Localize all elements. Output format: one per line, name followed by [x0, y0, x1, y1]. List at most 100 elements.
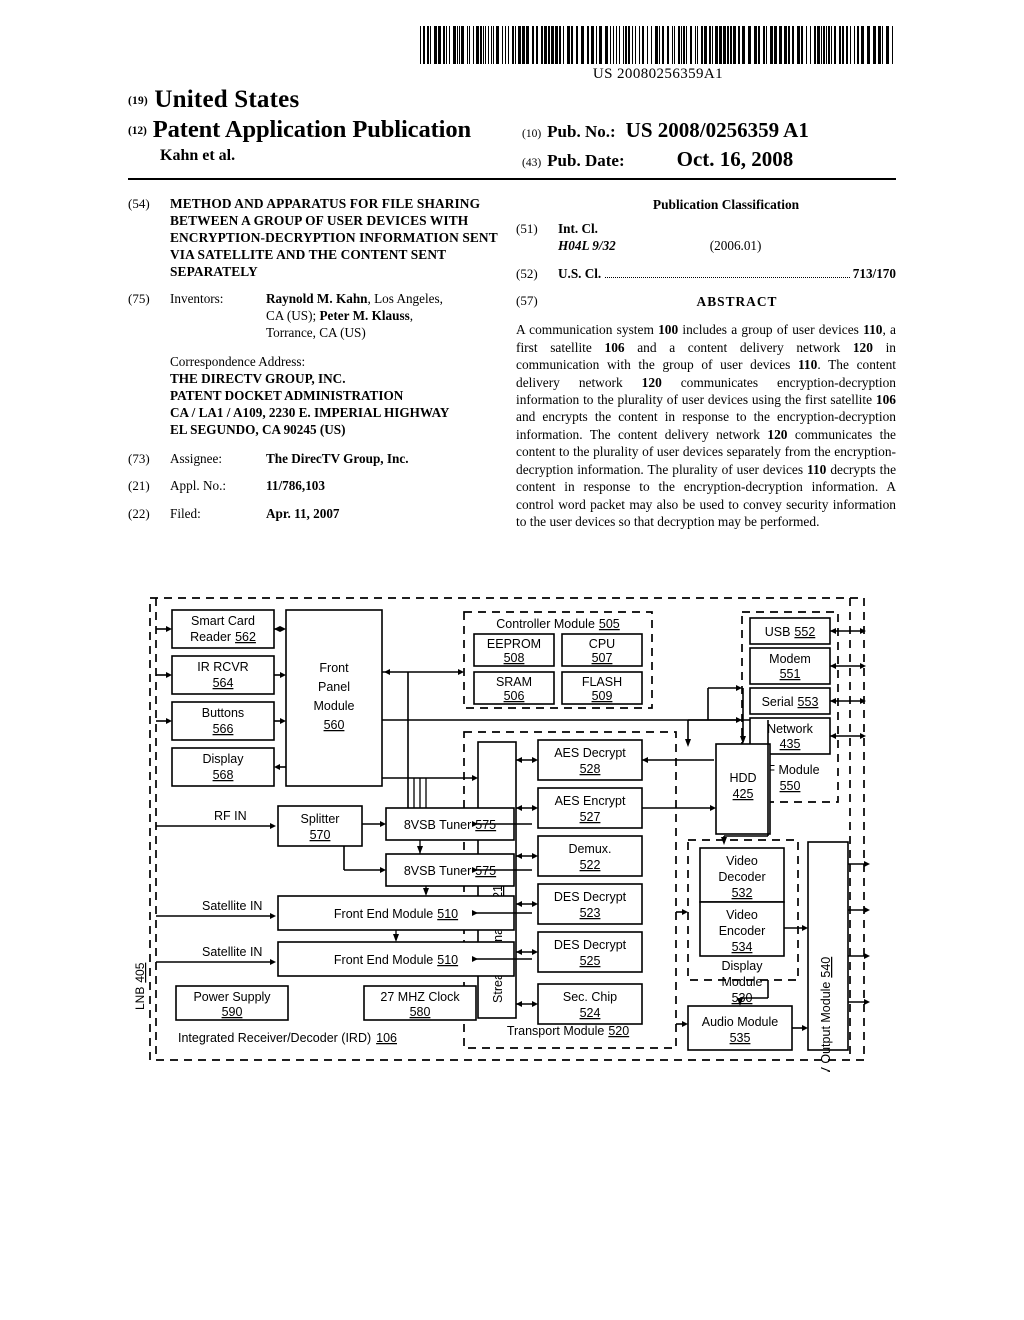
flash-ref: 509 [592, 689, 613, 703]
satellite-in-1-arrow [270, 913, 276, 919]
bibliographic-right-column: Publication Classification (51) Int. Cl.… [516, 196, 896, 530]
document-header: (19) United States (12) Patent Applicati… [128, 86, 896, 172]
des-decrypt-525-label: DES Decrypt [554, 938, 627, 952]
author-line: Kahn et al. [160, 147, 236, 164]
if-module-bus [685, 685, 742, 747]
pub-no-label: Pub. No.: [547, 122, 616, 141]
code-10: (10) [522, 128, 542, 140]
aes-encrypt-ref: 527 [580, 810, 601, 824]
smart-card-reader-line1: Smart Card [191, 614, 255, 628]
audio-module-label: Audio Module [702, 1015, 778, 1029]
correspondence-address-block: Correspondence Address: THE DIRECTV GROU… [170, 353, 500, 439]
display-label: Display [203, 752, 245, 766]
pub-no-value: US 2008/0256359 A1 [625, 118, 809, 142]
inventor-1-name: Raynold M. Kahn [266, 291, 368, 307]
demux-label: Demux. [568, 842, 611, 856]
hdd-ref: 425 [733, 787, 754, 801]
block-front-panel-module [285, 609, 383, 787]
abstract-ref-numeral: 120 [641, 374, 662, 390]
filed-body: Filed: Apr. 11, 2007 [170, 506, 500, 523]
tuner-a-label: 8VSB Tuner 575 [404, 818, 496, 832]
barcode-svg [420, 26, 893, 64]
inventors-body: Inventors: Raynold M. Kahn, Los Angeles, C… [170, 291, 500, 341]
des-decrypt-523-label: DES Decrypt [554, 890, 627, 904]
abstract-heading-field: (57) ABSTRACT [516, 293, 896, 310]
eeprom-label: EEPROM [487, 637, 541, 651]
abstract-ref-numeral: 120 [852, 339, 873, 355]
country-line: (19) United States [128, 86, 548, 114]
rf-in-arrow [270, 823, 276, 829]
audio-module-ref: 535 [730, 1031, 751, 1045]
us-cl-value: 713/170 [852, 265, 896, 281]
abstract-ref-numeral: 106 [604, 339, 625, 355]
hdd-label: HDD [729, 771, 756, 785]
correspondence-line-2: CA / LA1 / A109, 2230 E. IMPERIAL HIGHWA… [170, 405, 450, 421]
us-cl-label: U.S. Cl. [558, 265, 602, 281]
assignee-code: (73) [128, 450, 150, 466]
int-cl-field: (51) Int. Cl. H04L 9/32 (2006.01) [516, 221, 896, 255]
transport-module-label: Transport Module 520 [507, 1024, 629, 1038]
aes-decrypt-label: AES Decrypt [554, 746, 626, 760]
video-encoder-ref: 534 [732, 940, 753, 954]
front-panel-line3: Module [314, 699, 355, 713]
publication-classification-heading: Publication Classification [652, 197, 800, 212]
appl-no-label: Appl. No.: [170, 478, 227, 494]
header-divider [128, 178, 896, 180]
hdd-transport-links [642, 757, 716, 811]
pub-date-label: Pub. Date: [547, 151, 625, 170]
sec-chip-label: Sec. Chip [563, 990, 617, 1004]
des-decrypt-525-ref: 525 [580, 954, 601, 968]
block-diagram-figure: LNB405 Smart Card Reader 562 IR RCVR 564 … [128, 592, 872, 1072]
inventors-label: Inventors: [170, 291, 224, 307]
buttons-label: Buttons [202, 706, 244, 720]
abstract-text: A communication system 100 includes a gr… [516, 322, 897, 529]
bibliographic-left-column: (54) METHOD AND APPARATUS FOR FILE SHARI… [128, 196, 500, 534]
network-ref: 435 [780, 737, 801, 751]
satellite-in-2-arrow [270, 959, 276, 965]
if-module-external-arrows [830, 628, 866, 739]
ir-rcvr-ref: 564 [213, 676, 234, 690]
abstract-code: (57) [516, 293, 538, 309]
assignee-body: Assignee: The DirecTV Group, Inc. [170, 451, 500, 468]
ird-label: Integrated Receiver/Decoder (IRD) 106 [178, 1031, 397, 1045]
hdd-connections [740, 688, 746, 744]
power-supply-ref: 590 [222, 1005, 243, 1019]
cpu-label: CPU [589, 637, 615, 651]
front-panel-line1: Front [319, 661, 349, 675]
sram-label: SRAM [496, 675, 532, 689]
code-12: (12) [128, 125, 147, 137]
clock-label: 27 MHZ Clock [380, 990, 460, 1004]
eeprom-ref: 508 [504, 651, 525, 665]
aes-decrypt-ref: 528 [580, 762, 601, 776]
filed-field: (22) Filed: Apr. 11, 2007 [128, 506, 500, 523]
abstract-heading-body: ABSTRACT [558, 293, 896, 310]
title-field: (54) METHOD AND APPARATUS FOR FILE SHARI… [128, 196, 500, 280]
usb-label: USB 552 [765, 625, 816, 639]
inventor-1-loc: , Los Angeles, [367, 291, 443, 307]
header-left: (19) United States (12) Patent Applicati… [128, 86, 548, 165]
av-output-external-arrows [848, 861, 870, 1005]
int-cl-body: Int. Cl. H04L 9/32 (2006.01) [558, 221, 896, 255]
power-supply-label: Power Supply [193, 990, 271, 1004]
abstract-ref-numeral: 100 [658, 322, 679, 338]
aes-encrypt-label: AES Encrypt [555, 794, 626, 808]
int-cl-version: (2006.01) [709, 237, 762, 253]
int-cl-label: Int. Cl. [558, 221, 598, 237]
ir-rcvr-label: IR RCVR [197, 660, 248, 674]
appl-no-code: (21) [128, 478, 150, 494]
abstract-ref-numeral: 110 [807, 461, 827, 477]
display-module-line1: Display [722, 959, 764, 973]
serial-label: Serial 553 [762, 695, 819, 709]
us-cl-body: U.S. Cl. 713/170 [558, 266, 896, 283]
front-panel-connections [274, 626, 286, 770]
abstract-ref-numeral: 120 [767, 426, 788, 442]
flash-label: FLASH [582, 675, 622, 689]
inventors-code: (75) [128, 291, 150, 307]
appl-no-body: Appl. No.: 11/786,103 [170, 478, 500, 495]
int-cl-value-row: H04L 9/32 (2006.01) [558, 238, 896, 255]
assignee-label: Assignee: [170, 450, 223, 466]
controller-module-label: Controller Module 505 [496, 617, 620, 631]
satellite-in-2-label: Satellite IN [202, 945, 262, 959]
video-encoder-line2: Encoder [719, 924, 766, 938]
inventor-2-loc: , [409, 308, 414, 324]
